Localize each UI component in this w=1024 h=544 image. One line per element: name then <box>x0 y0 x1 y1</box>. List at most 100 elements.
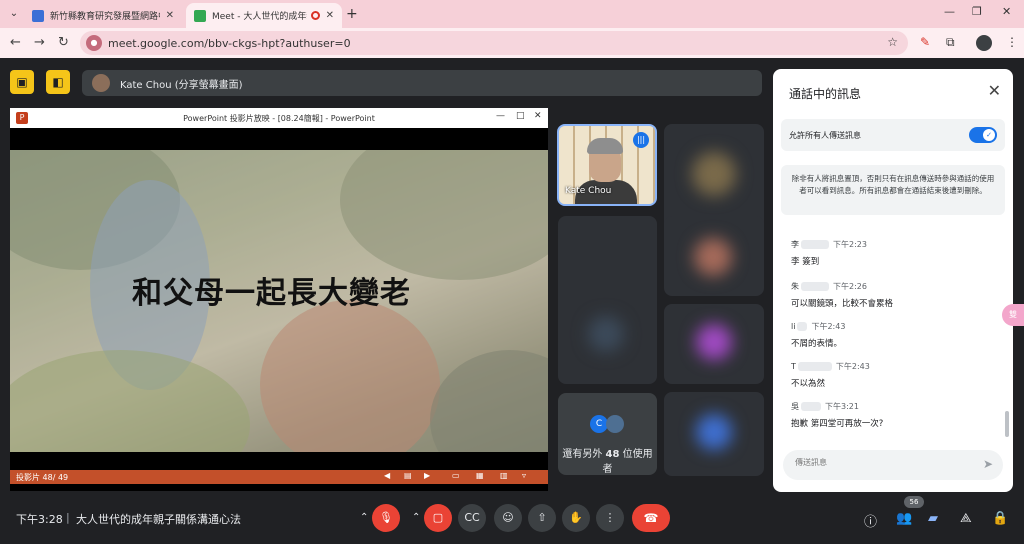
message-time: 下午2:43 <box>811 322 846 331</box>
blurred-video <box>696 324 732 360</box>
recording-icon <box>310 11 320 20</box>
message-time: 下午2:43 <box>835 362 870 371</box>
message-meta: T 下午2:43 <box>791 361 1001 372</box>
bookmark-star-icon[interactable]: ☆ <box>887 35 898 49</box>
message-sender: 朱 <box>791 282 799 291</box>
activities-icon[interactable]: ⟁ <box>960 511 972 526</box>
chat-message: li 下午2:43 不屑的表情。 <box>791 321 1001 349</box>
chat-scrollbar[interactable] <box>1005 411 1009 437</box>
meeting-info-icon[interactable]: ⓘ <box>864 511 877 530</box>
ppt-titlebar: P PowerPoint 投影片放映 - [08.24簡報] - PowerPo… <box>10 108 548 128</box>
reload-icon[interactable]: ↻ <box>58 35 69 50</box>
participant-tile-blurred[interactable] <box>558 216 657 384</box>
chat-input[interactable] <box>795 458 965 467</box>
participant-name: Kate Chou <box>565 186 612 196</box>
message-sender: T <box>791 362 796 371</box>
present-button[interactable]: ⇧ <box>528 504 556 532</box>
allow-messages-toggle[interactable]: ✓ <box>969 127 997 143</box>
participant-avatar <box>606 415 624 433</box>
redacted-name <box>797 322 808 331</box>
blurred-video <box>588 316 624 352</box>
message-meta: li 下午2:43 <box>791 321 1001 332</box>
redacted-name <box>797 362 832 371</box>
audio-options-caret-icon[interactable]: ⌃ <box>360 512 368 523</box>
meet-stage: ▣ ◧ Kate Chou (分享螢幕畫面) P PowerPoint 投影片放… <box>0 58 1024 544</box>
message-sender: li <box>791 322 796 331</box>
ppt-window-title: PowerPoint 投影片放映 - [08.24簡報] - PowerPoin… <box>183 114 375 123</box>
message-text: 不以為然 <box>791 379 826 389</box>
address-bar[interactable]: ● meet.google.com/bbv-ckgs-hpt?authuser=… <box>80 31 908 55</box>
chat-message: 吳 下午3:21 抱歉 第四堂可再放一次? <box>791 401 1001 429</box>
stop-presenting-icon[interactable]: ▣ <box>10 70 34 94</box>
forward-icon[interactable]: → <box>34 35 45 50</box>
chat-input-box[interactable]: ➤ <box>783 450 1003 480</box>
close-icon[interactable]: ✕ <box>988 81 1001 100</box>
slide-counter: 投影片 48/ 49 <box>16 473 69 482</box>
video-options-caret-icon[interactable]: ⌃ <box>412 512 420 523</box>
meeting-time: 下午3:28 <box>16 513 63 526</box>
message-text: 不屑的表情。 <box>791 339 843 349</box>
tab-close-icon[interactable]: ✕ <box>326 10 334 21</box>
participant-tile-blurred[interactable] <box>664 304 764 384</box>
raise-hand-button[interactable]: ✋ <box>562 504 590 532</box>
chat-icon[interactable]: ▰ <box>928 511 938 526</box>
captions-button[interactable]: CC <box>458 504 486 532</box>
host-controls-icon[interactable]: 🔒 <box>992 511 1008 526</box>
message-text: 李 簽到 <box>791 257 820 267</box>
camera-off-button[interactable]: ▢ <box>424 504 452 532</box>
browser-tab-1[interactable]: 新竹縣教育研究發展暨網路中心 ✕ <box>24 3 182 28</box>
mic-off-button[interactable]: 🎙 <box>372 504 400 532</box>
send-icon[interactable]: ➤ <box>983 457 993 471</box>
leave-call-button[interactable]: ☎ <box>632 504 670 532</box>
redacted-name <box>801 282 829 291</box>
participant-tile-kate[interactable]: ||| Kate Chou <box>557 124 657 206</box>
back-icon[interactable]: ← <box>10 35 21 50</box>
tab-favicon-icon <box>32 9 44 22</box>
message-text: 可以關鏡頭，比較不會累格 <box>791 299 894 309</box>
tab-search-icon[interactable]: ⌄ <box>6 6 22 22</box>
reactions-button[interactable]: ☺ <box>494 504 522 532</box>
shared-screen: P PowerPoint 投影片放映 - [08.24簡報] - PowerPo… <box>10 108 548 491</box>
people-icon[interactable]: 👥 <box>896 511 912 526</box>
profile-icon[interactable] <box>976 35 992 51</box>
browser-menu-icon[interactable]: ⋮ <box>1006 35 1018 49</box>
layout-icon[interactable]: ◧ <box>46 70 70 94</box>
notes-icon: ▤ <box>404 471 412 480</box>
meet-favicon-icon <box>194 9 206 22</box>
redacted-name <box>801 240 829 249</box>
maximize-icon[interactable]: ❐ <box>972 5 982 18</box>
more-participants-tile[interactable]: C 還有另外 48 位使用者 <box>558 393 657 475</box>
tab-close-icon[interactable]: ✕ <box>166 10 174 21</box>
chat-message: T 下午2:43 不以為然 <box>791 361 1001 389</box>
message-meta: 李 下午2:23 <box>791 239 1001 250</box>
divider: | <box>66 511 70 524</box>
chat-title: 通話中的訊息 <box>789 87 862 101</box>
browser-tab-2[interactable]: Meet - 大人世代的成年親子 ✕ <box>186 3 342 28</box>
chat-message: 李 下午2:23 李 簽到 <box>791 239 1001 267</box>
minimize-icon[interactable]: — <box>944 5 955 18</box>
presenter-avatar <box>92 74 110 92</box>
participant-tile-blurred[interactable] <box>664 216 764 296</box>
reading-view-icon: ▥ <box>500 471 508 480</box>
sorter-view-icon: ▦ <box>476 471 484 480</box>
blurred-video <box>692 152 736 196</box>
meeting-name: 大人世代的成年親子關係溝通心法 <box>76 513 241 526</box>
slideshow-icon: ▿ <box>522 471 527 480</box>
ppt-minimize-icon: — <box>496 111 505 121</box>
next-slide-icon: ▶ <box>424 471 431 480</box>
new-tab-button[interactable]: + <box>346 6 358 22</box>
side-extension-pill[interactable]: 雙 <box>1002 304 1024 326</box>
participant-tile-blurred[interactable] <box>664 392 764 476</box>
message-time: 下午3:21 <box>825 402 859 411</box>
mic-site-icon[interactable]: ● <box>86 35 102 51</box>
more-options-button[interactable]: ⋮ <box>596 504 624 532</box>
browser-toolbar: ← → ↻ ● meet.google.com/bbv-ckgs-hpt?aut… <box>0 28 1024 58</box>
participant-hair <box>587 138 623 154</box>
extensions-icon[interactable]: ⧉ <box>946 35 955 50</box>
redacted-name <box>801 402 821 411</box>
message-sender: 吳 <box>791 402 799 411</box>
more-participants-count: 48 <box>605 449 620 460</box>
pen-extension-icon[interactable]: ✎ <box>920 35 930 49</box>
close-window-icon[interactable]: ✕ <box>1002 5 1011 18</box>
url-text[interactable]: meet.google.com/bbv-ckgs-hpt?authuser=0 <box>108 37 351 50</box>
